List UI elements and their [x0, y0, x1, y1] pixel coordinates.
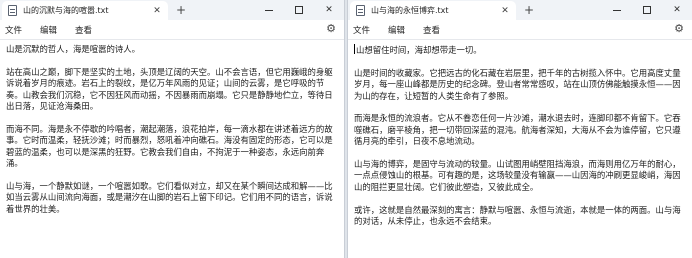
menu-file[interactable]: 文件: [5, 24, 22, 36]
maximize-icon: [643, 6, 651, 14]
text-editor-area[interactable]: 山是沉默的哲人，海是喧嚣的诗人。 站在高山之巅，脚下是坚实的土地，头顶是辽阔的天…: [0, 40, 344, 215]
document-icon: [8, 5, 17, 16]
notepad-window-left: 山的沉默与海的喧嚣.txt ✕ + ✕ 文件 编辑 查看 ⚙ 山是沉默的哲人，海…: [0, 0, 345, 258]
paragraph: 山是沉默的哲人，海是喧嚣的诗人。: [6, 44, 140, 54]
settings-gear-icon[interactable]: ⚙: [674, 23, 684, 35]
close-window-button[interactable]: ✕: [314, 0, 344, 20]
settings-gear-icon[interactable]: ⚙: [326, 23, 336, 35]
minimize-icon: [265, 9, 273, 11]
paragraph: 或许，这就是自然最深刻的寓言：静默与喧嚣、永恒与流逝，本就是一体的两面。山与海的…: [354, 204, 681, 227]
menu-view[interactable]: 查看: [75, 24, 92, 36]
title-bar: 山的沉默与海的喧嚣.txt ✕ + ✕: [0, 0, 344, 20]
paragraph-text: 山想留住时间，海却想带走一切。: [356, 45, 482, 55]
paragraph-with-caret: 山想留住时间，海却想带走一切。: [354, 44, 686, 56]
maximize-button[interactable]: [284, 0, 314, 20]
menu-file[interactable]: 文件: [353, 24, 370, 36]
title-bar: 山与海的永恒博弈.txt ✕ + ✕: [348, 0, 692, 20]
tab-title: 山的沉默与海的喧嚣.txt: [23, 6, 109, 15]
menu-view[interactable]: 查看: [423, 24, 440, 36]
minimize-icon: [613, 9, 621, 11]
close-tab-icon[interactable]: ✕: [498, 4, 512, 18]
paragraph: 站在高山之巅，脚下是坚实的土地，头顶是辽阔的天空。山不会言语，但它用巍峨的身躯诉…: [6, 66, 333, 112]
minimize-button[interactable]: [254, 0, 284, 20]
menu-bar: 文件 编辑 查看 ⚙: [348, 20, 692, 39]
tab-title: 山与海的永恒博弈.txt: [371, 6, 449, 15]
notepad-window-right: 山与海的永恒博弈.txt ✕ + ✕ 文件 编辑 查看 ⚙ 山想留住时间，海却想…: [347, 0, 692, 258]
paragraph: 山是时间的收藏家。它把远古的化石藏在岩层里，把千年的古树揽入怀中。它用高度丈量岁…: [354, 67, 681, 101]
new-tab-icon[interactable]: +: [522, 2, 536, 18]
maximize-icon: [295, 6, 303, 14]
menu-edit[interactable]: 编辑: [40, 24, 57, 36]
window-controls: ✕: [254, 0, 344, 20]
maximize-button[interactable]: [632, 0, 662, 20]
minimize-button[interactable]: [602, 0, 632, 20]
close-tab-icon[interactable]: ✕: [150, 4, 164, 18]
text-editor-area[interactable]: 山想留住时间，海却想带走一切。 山是时间的收藏家。它把远古的化石藏在岩层里，把千…: [348, 40, 692, 227]
paragraph: 山与海的博弈，是固守与流动的较量。山试图用峭壁阻挡海浪，而海则用亿万年的耐心，一…: [354, 159, 681, 192]
menu-bar: 文件 编辑 查看 ⚙: [0, 20, 344, 39]
tab-file[interactable]: 山的沉默与海的喧嚣.txt ✕: [2, 1, 168, 20]
close-window-button[interactable]: ✕: [662, 0, 692, 20]
paragraph: 山与海，一个静默如谜，一个喧嚣如歌。它们看似对立，却又在某个瞬间达成和解——比如…: [6, 180, 333, 214]
menu-edit[interactable]: 编辑: [388, 24, 405, 36]
paragraph: 而海是永恒的流浪者。它从不眷恋任何一片沙滩，潮水退去时，连脚印都不肯留下。它吞噬…: [354, 113, 681, 147]
window-controls: ✕: [602, 0, 692, 20]
paragraph: 而海不同。海是永不停歇的吟唱者，潮起潮落，浪花拍岸，每一滴水都在讲述着远方的故事…: [6, 123, 333, 169]
tab-file[interactable]: 山与海的永恒博弈.txt ✕: [350, 1, 516, 20]
new-tab-icon[interactable]: +: [174, 2, 188, 18]
document-icon: [356, 5, 365, 16]
text-caret: [354, 44, 355, 54]
